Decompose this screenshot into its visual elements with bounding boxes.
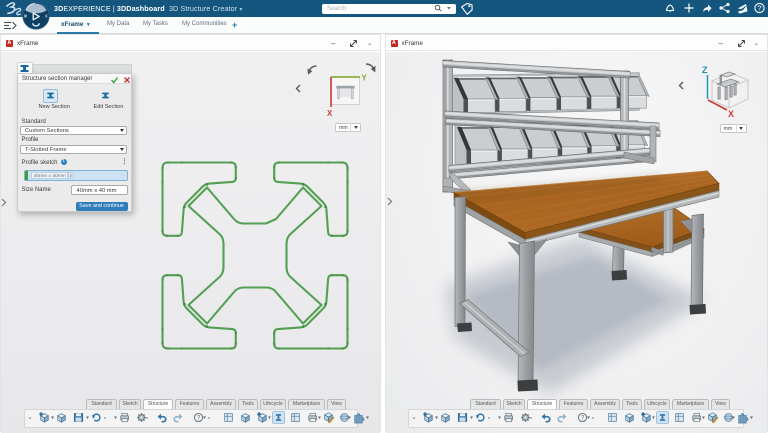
svg-text:X: X xyxy=(728,109,734,119)
svg-text:Z: Z xyxy=(702,65,708,75)
